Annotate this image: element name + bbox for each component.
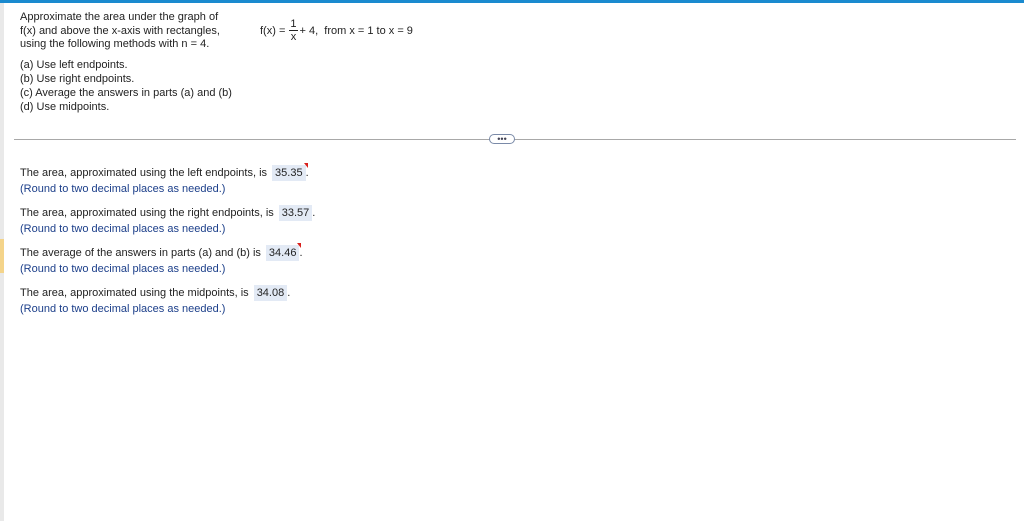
question-intro-line: using the following methods with n = 4. (20, 38, 210, 50)
answer-input-a[interactable]: 35.35 (272, 163, 308, 181)
formula-rhs: + 4, from x = 1 to x = 9 (299, 24, 413, 37)
answer-prompt: The area, approximated using the midpoin… (20, 287, 249, 299)
rounding-hint: (Round to two decimal places as needed.) (20, 223, 226, 235)
incorrect-flag-icon (303, 163, 308, 168)
rounding-hint: (Round to two decimal places as needed.) (20, 263, 226, 275)
answer-block-b: The area, approximated using the right e… (20, 205, 315, 245)
question-part-c: (c) Average the answers in parts (a) and… (20, 86, 232, 99)
question-intro-line: Approximate the area under the graph of (20, 11, 219, 23)
answer-input-b[interactable]: 33.57 (278, 205, 313, 221)
section-divider (14, 139, 1016, 140)
answer-punctuation: . (312, 207, 316, 219)
fraction-denominator: x (290, 31, 297, 43)
answer-input-d[interactable]: 34.08 (253, 285, 288, 301)
answer-value: 34.08 (256, 287, 285, 299)
formula-fraction: 1 x (289, 18, 298, 43)
answer-line: The area, approximated using the right e… (20, 205, 315, 221)
question-parts: (a) Use left endpoints. (b) Use right en… (20, 58, 250, 114)
answer-value: 33.57 (281, 207, 310, 219)
question-part-a: (a) Use left endpoints. (20, 58, 128, 71)
rounding-hint: (Round to two decimal places as needed.) (20, 303, 226, 315)
answer-block-d: The area, approximated using the midpoin… (20, 285, 315, 325)
answer-line: The area, approximated using the left en… (20, 163, 315, 181)
answer-punctuation: . (287, 287, 291, 299)
answer-line: The average of the answers in parts (a) … (20, 243, 315, 261)
answer-value: 34.46 (268, 247, 297, 259)
question-part-b: (b) Use right endpoints. (20, 72, 135, 85)
incorrect-flag-icon (297, 243, 302, 248)
fraction-numerator: 1 (289, 18, 298, 31)
answer-prompt: The area, approximated using the left en… (20, 167, 268, 179)
question-part-d: (d) Use midpoints. (20, 100, 110, 113)
top-accent-bar (0, 0, 1024, 3)
function-formula: f(x) = 1 x + 4, from x = 1 to x = 9 (260, 18, 413, 43)
answer-prompt: The area, approximated using the right e… (20, 207, 274, 219)
rounding-hint: (Round to two decimal places as needed.) (20, 183, 226, 195)
question-text: Approximate the area under the graph of … (20, 11, 250, 114)
answer-line: The area, approximated using the midpoin… (20, 285, 315, 301)
question-intro-line: f(x) and above the x-axis with rectangle… (20, 24, 220, 37)
answer-prompt: The average of the answers in parts (a) … (20, 247, 261, 259)
answers-section: The area, approximated using the left en… (20, 163, 315, 325)
left-gutter-highlight (0, 239, 4, 273)
question-page: Approximate the area under the graph of … (0, 0, 1024, 521)
expand-more-button[interactable]: ••• (489, 134, 515, 144)
answer-block-a: The area, approximated using the left en… (20, 163, 315, 205)
formula-lhs: f(x) = (260, 24, 286, 37)
answer-input-c[interactable]: 34.46 (265, 243, 302, 261)
answer-value: 35.35 (275, 167, 303, 179)
answer-block-c: The average of the answers in parts (a) … (20, 243, 315, 285)
